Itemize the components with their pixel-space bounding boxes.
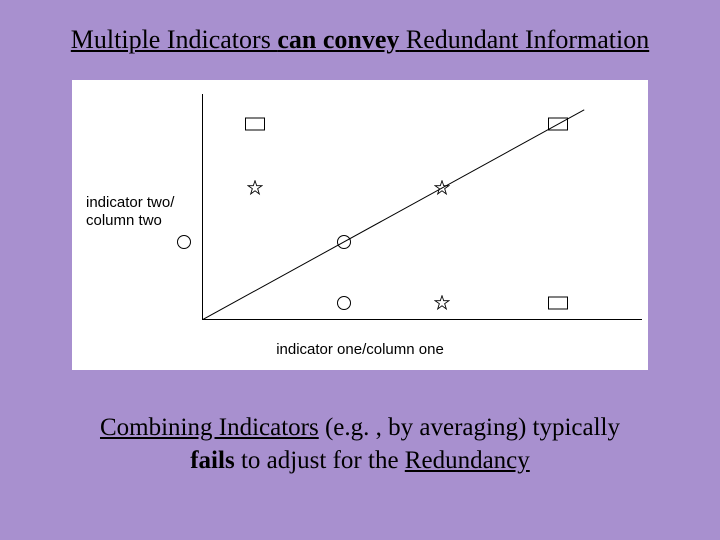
title-part1: Multiple Indicators: [71, 25, 278, 54]
marker-circle: [337, 235, 351, 249]
diagonal-line: [202, 100, 602, 320]
marker-star: [434, 180, 450, 196]
caption-line1: Combining Indicators (e.g. , by averagin…: [0, 412, 720, 445]
caption-line2: fails to adjust for the Redundancy: [0, 445, 720, 478]
y-axis-label-text: indicator two/ column two: [86, 194, 174, 229]
marker-square: [245, 118, 265, 131]
x-axis-label: indicator one/column one: [72, 341, 648, 358]
y-axis: [202, 94, 203, 320]
x-axis: [202, 319, 642, 320]
title-part2: can convey: [277, 25, 399, 54]
y-axis-label: indicator two/ column two: [86, 194, 174, 230]
title-part3: Redundant Information: [399, 25, 649, 54]
marker-circle: [177, 235, 191, 249]
caption: Combining Indicators (e.g. , by averagin…: [0, 412, 720, 477]
caption-l2-b: to adjust for the: [235, 447, 405, 474]
plot-region: [202, 100, 602, 320]
caption-l1-b: (e.g. , by averaging) typically: [319, 414, 620, 441]
marker-star: [247, 180, 263, 196]
marker-circle: [337, 296, 351, 310]
caption-l1-a: Combining Indicators: [100, 414, 319, 441]
chart-area: indicator two/ column two indicator one/…: [72, 80, 648, 370]
marker-square: [548, 118, 568, 131]
marker-star: [434, 295, 450, 311]
caption-l2-c: Redundancy: [405, 447, 530, 474]
page-title: Multiple Indicators can convey Redundant…: [0, 24, 720, 55]
marker-square: [548, 296, 568, 309]
caption-l2-a: fails: [190, 447, 234, 474]
